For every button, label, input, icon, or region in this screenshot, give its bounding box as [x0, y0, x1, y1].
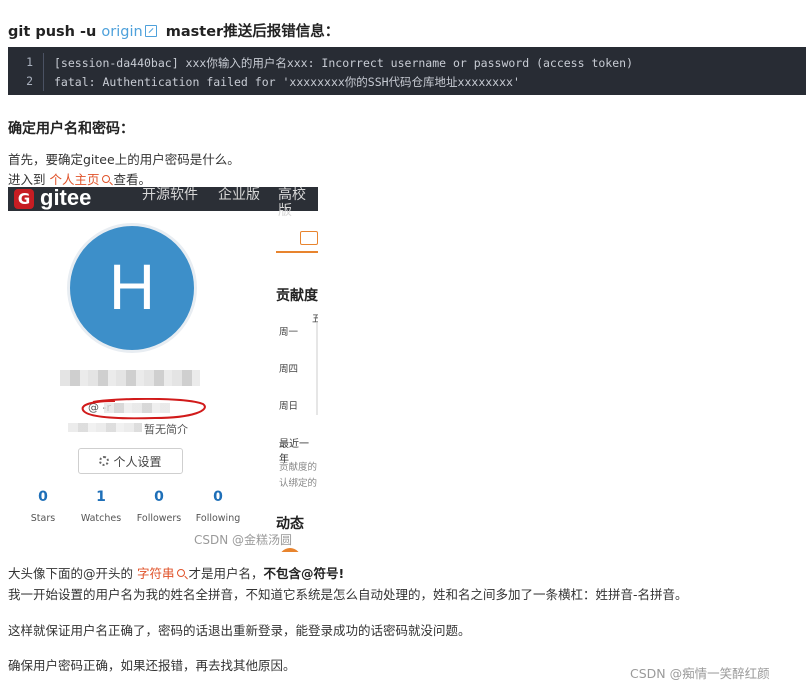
- search-icon[interactable]: [176, 569, 185, 577]
- stat-watches: 1 Watches: [71, 489, 131, 524]
- gitee-navbar: G gitee 开源软件 企业版 高校版: [8, 187, 318, 219]
- nav-item-enterprise: 企业版: [218, 187, 260, 203]
- para-prefix: 进入到: [8, 172, 50, 187]
- settings-button: 个人设置: [78, 448, 183, 474]
- paragraph-username-detail: 我一开始设置的用户名为我的姓名全拼音，不知道它系统是怎么自动处理的，姓和名之间多…: [8, 587, 688, 602]
- paragraph-profile: 进入到 个人主页 查看。: [8, 169, 151, 188]
- heading-suffix: master推送后报错信息：: [160, 24, 340, 40]
- stat-label: Followers: [136, 513, 182, 524]
- settings-button-label: 个人设置: [113, 454, 162, 469]
- external-link-icon[interactable]: [144, 25, 157, 37]
- stat-value: 0: [38, 489, 48, 505]
- para-bold: 不包含@符号!: [263, 566, 345, 581]
- stat-label: Watches: [80, 513, 122, 524]
- string-link[interactable]: 字符串: [137, 566, 175, 581]
- gear-icon: [99, 456, 110, 466]
- stat-label: Stars: [30, 513, 56, 524]
- code-text: [session-da440bac] xxx你输入的用户名xxx: Incorr…: [54, 55, 633, 70]
- stat-followers: 0 Followers: [129, 489, 189, 524]
- section-heading-credentials: 确定用户名和密码：: [8, 121, 134, 137]
- para-suffix: 查看。: [109, 172, 151, 187]
- stat-label: Following: [195, 513, 241, 524]
- contribution-grid: [316, 323, 318, 415]
- paragraph-intro: 首先，要确定gitee上的用户密码是什么。: [8, 152, 240, 167]
- nav-item-education: 高校版: [278, 187, 306, 219]
- para-middle: 才是用户名，: [184, 566, 264, 581]
- blurred-email: [68, 423, 142, 432]
- code-text: fatal: Authentication failed for 'xxxxxx…: [54, 74, 520, 89]
- stat-following: 0 Following: [188, 489, 248, 524]
- day-label-sun: 周日: [279, 401, 299, 412]
- code-line: 2 fatal: Authentication failed for 'xxxx…: [8, 72, 806, 91]
- activity-title: 动态: [276, 516, 304, 532]
- activity-avatar: [279, 548, 301, 552]
- nav-item-opensource: 开源软件: [142, 187, 198, 203]
- page-watermark: CSDN @痴情一笑醉红颜: [630, 666, 770, 681]
- annotation-circle: [81, 398, 206, 420]
- para-prefix: 大头像下面的@开头的: [8, 566, 137, 581]
- gitee-brand: gitee: [40, 187, 92, 210]
- stat-value: 0: [154, 489, 164, 505]
- code-line: 1 [session-da440bac] xxx你输入的用户名xxx: Inco…: [8, 53, 806, 72]
- contribution-note: 贡献度的: [279, 462, 318, 473]
- search-icon[interactable]: [101, 175, 110, 183]
- code-block: 1 [session-da440bac] xxx你输入的用户名xxx: Inco…: [8, 47, 806, 95]
- heading-prefix: git push -u: [8, 24, 102, 40]
- gitee-logo-icon: G: [14, 189, 34, 209]
- stat-stars: 0 Stars: [13, 489, 73, 524]
- stat-value: 0: [213, 489, 223, 505]
- blurred-nickname: [60, 370, 200, 386]
- line-number: 1: [8, 53, 44, 72]
- paragraph-password: 这样就保证用户名正确了，密码的话退出重新登录，能登录成功的话密码就没问题。: [8, 623, 471, 638]
- profile-link[interactable]: 个人主页: [49, 172, 99, 187]
- active-tab-underline: [276, 251, 318, 253]
- paragraph-conclusion: 确保用户密码正确，如果还报错，再去找其他原因。: [8, 658, 296, 673]
- day-label-mon: 周一: [279, 327, 299, 338]
- image-watermark: CSDN @金糕汤圆: [194, 533, 293, 547]
- section-heading-push-error: git push -u origin master推送后报错信息：: [8, 20, 339, 41]
- contribution-title: 贡献度: [276, 288, 318, 304]
- code-tab-icon: [300, 231, 318, 245]
- gitee-profile-screenshot: G gitee 开源软件 企业版 高校版 H @ -r 暂无简介 个人设置 0 …: [8, 187, 318, 552]
- line-number: 2: [8, 72, 44, 91]
- day-label-thu: 周四: [279, 364, 299, 375]
- stat-value: 1: [96, 489, 106, 505]
- paragraph-username-rule: 大头像下面的@开头的 字符串 才是用户名，不包含@符号!: [8, 563, 344, 582]
- contribution-note: 认绑定的: [279, 478, 318, 489]
- avatar: H: [67, 223, 197, 353]
- origin-link[interactable]: origin: [101, 24, 142, 40]
- bio-text: 暂无简介: [144, 423, 188, 436]
